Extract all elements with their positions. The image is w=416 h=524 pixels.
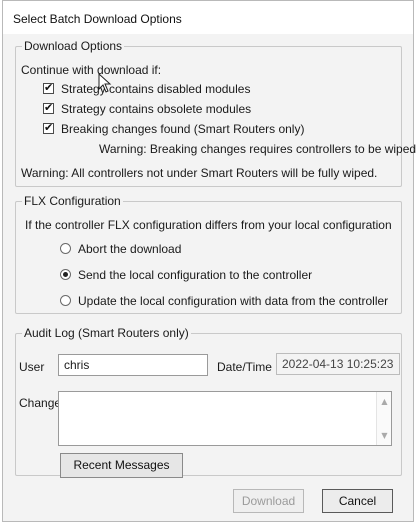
datetime-field: 2022-04-13 10:25:23 [276, 353, 400, 375]
checkbox-obsolete-modules-label: Strategy contains obsolete modules [61, 102, 252, 116]
checkbox-disabled-modules-box[interactable] [43, 81, 54, 94]
radio-abort-download-label: Abort the download [78, 242, 182, 256]
dialog-titlebar: Select Batch Download Options [3, 1, 413, 34]
user-label: User [19, 360, 45, 374]
radio-update-local-config-dot[interactable] [60, 295, 71, 306]
flx-configuration-legend: FLX Configuration [24, 194, 121, 208]
radio-abort-download-dot[interactable] [60, 243, 71, 254]
audit-log-group: Audit Log (Smart Routers only) User chri… [15, 326, 402, 478]
dialog-title: Select Batch Download Options [13, 12, 182, 26]
radio-update-local-config-label: Update the local configuration with data… [78, 294, 389, 308]
scroll-down-icon[interactable]: ▼ [377, 428, 392, 443]
audit-log-legend: Audit Log (Smart Routers only) [24, 326, 189, 340]
download-options-legend: Download Options [24, 39, 123, 53]
user-input[interactable]: chris [58, 354, 208, 376]
change-textarea-scrollbar[interactable]: ▲ ▼ [376, 392, 391, 445]
checkbox-obsolete-modules-box[interactable] [43, 101, 54, 114]
flx-prompt-text: If the controller FLX configuration diff… [25, 218, 392, 232]
cancel-button[interactable]: Cancel [322, 489, 393, 513]
wipe-warning: Warning: All controllers not under Smart… [21, 166, 378, 180]
checkbox-disabled-modules-label: Strategy contains disabled modules [61, 82, 251, 96]
batch-download-dialog: Select Batch Download Options Download O… [2, 0, 416, 522]
scroll-up-icon[interactable]: ▲ [377, 394, 392, 409]
recent-messages-button[interactable]: Recent Messages [60, 453, 183, 478]
change-label: Change [19, 396, 62, 410]
mouse-pointer-icon [98, 73, 112, 93]
breaking-changes-warning: Warning: Breaking changes requires contr… [99, 142, 416, 156]
radio-send-local-config-dot[interactable] [60, 269, 71, 280]
continue-intro-text: Continue with download if: [21, 63, 162, 77]
checkbox-breaking-changes-label: Breaking changes found (Smart Routers on… [61, 122, 305, 136]
flx-configuration-group: FLX Configuration If the controller FLX … [15, 194, 402, 314]
download-options-group: Download Options Continue with download … [15, 39, 416, 187]
radio-send-local-config-label: Send the local configuration to the cont… [78, 268, 313, 282]
download-button[interactable]: Download [233, 489, 304, 513]
checkbox-breaking-changes-box[interactable] [43, 121, 54, 134]
datetime-label: Date/Time [217, 360, 272, 374]
change-textarea[interactable]: ▲ ▼ [58, 391, 392, 446]
